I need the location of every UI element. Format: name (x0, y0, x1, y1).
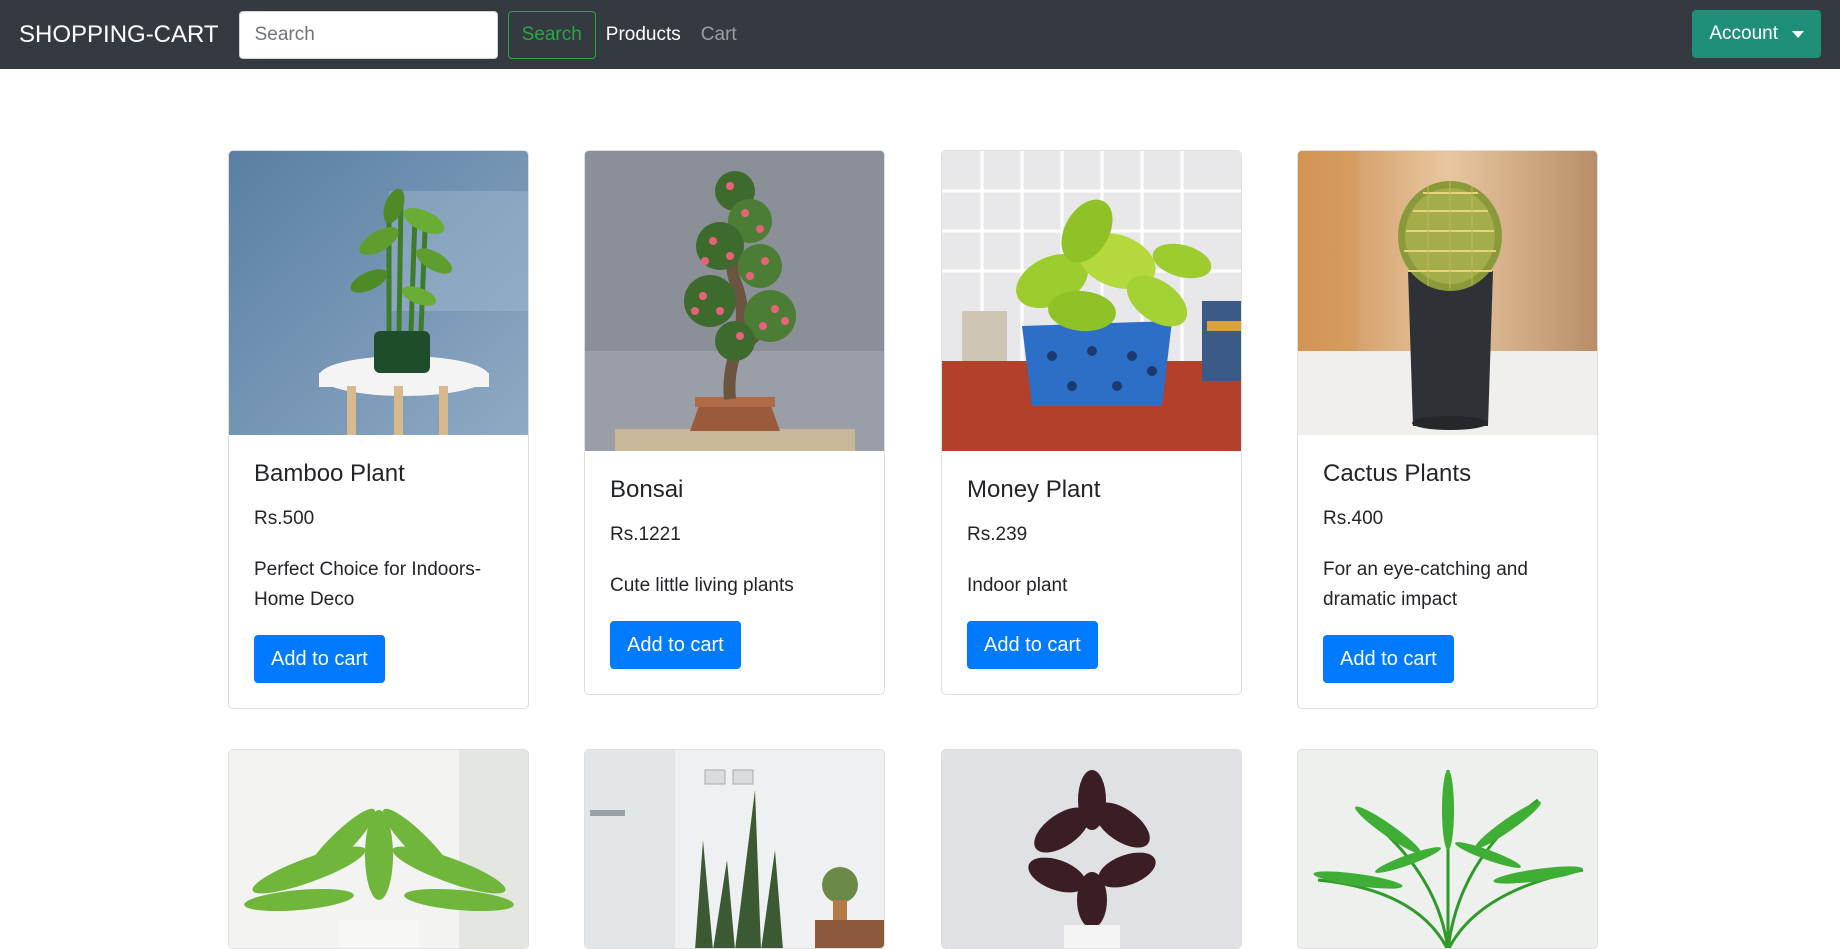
product-description: Indoor plant (967, 575, 1068, 596)
product-description: For an eye-catching and dramatic impact (1323, 559, 1528, 610)
product-card: Money Plant Rs.239 Indoor plant Add to c… (941, 150, 1242, 695)
product-image-rubber-plant (942, 750, 1241, 948)
card-body: Money Plant Rs.239 Indoor plant Add to c… (942, 451, 1241, 694)
product-card: Bamboo Plant Rs.500 Perfect Choice for I… (228, 150, 529, 709)
product-price: Rs.239 (967, 524, 1028, 545)
product-card: Bonsai Rs.1221 Cute little living plants… (584, 150, 885, 695)
navbar: SHOPPING-CART Search Products Cart Accou… (0, 0, 1840, 69)
product-card (228, 749, 529, 949)
product-image-bonsai (585, 151, 884, 451)
product-image-money-plant (942, 151, 1241, 451)
nav-link-products[interactable]: Products (606, 24, 691, 46)
product-card (1297, 749, 1598, 949)
add-to-cart-button[interactable]: Add to cart (967, 621, 1098, 669)
product-image-snake-plant (585, 750, 884, 948)
product-name: Bonsai (610, 476, 684, 503)
add-to-cart-button[interactable]: Add to cart (1323, 635, 1454, 683)
product-description: Perfect Choice for Indoors-Home Deco (254, 559, 482, 610)
add-to-cart-button[interactable]: Add to cart (254, 635, 385, 683)
product-card (584, 749, 885, 949)
card-body: Cactus Plants Rs.400 For an eye-catching… (1298, 435, 1597, 708)
product-price: Rs.1221 (610, 524, 681, 545)
product-image-fern (229, 750, 528, 948)
product-image-cactus (1298, 151, 1597, 435)
product-price: Rs.500 (254, 508, 315, 529)
chevron-down-icon (1792, 30, 1804, 38)
card-body: Bamboo Plant Rs.500 Perfect Choice for I… (229, 435, 528, 708)
account-dropdown-button[interactable]: Account (1692, 10, 1821, 58)
product-description: Cute little living plants (610, 575, 794, 596)
add-to-cart-button[interactable]: Add to cart (610, 621, 741, 669)
product-card: Cactus Plants Rs.400 For an eye-catching… (1297, 150, 1598, 709)
product-name: Cactus Plants (1323, 460, 1472, 487)
brand-logo[interactable]: SHOPPING-CART (19, 21, 219, 49)
search-input[interactable] (238, 10, 498, 59)
product-image-areca-palm (1298, 750, 1597, 948)
product-card (941, 749, 1242, 949)
account-label: Account (1709, 23, 1778, 44)
product-name: Bamboo Plant (254, 460, 405, 487)
product-price: Rs.400 (1323, 508, 1384, 529)
nav-link-cart[interactable]: Cart (701, 24, 747, 46)
search-button[interactable]: Search (507, 10, 596, 59)
card-body: Bonsai Rs.1221 Cute little living plants… (585, 451, 884, 694)
product-image-bamboo (229, 151, 528, 435)
product-name: Money Plant (967, 476, 1101, 503)
